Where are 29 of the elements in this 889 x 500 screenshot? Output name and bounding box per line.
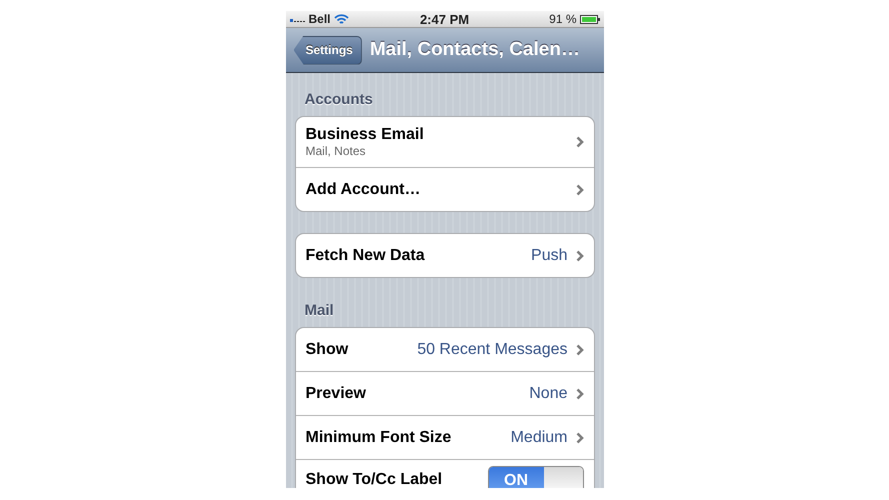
row-label: Business Email [306, 126, 425, 144]
row-label: Show To/Cc Label [306, 471, 444, 488]
row-value: Push [531, 246, 568, 264]
chevron-icon [576, 184, 584, 196]
row-label: Fetch New Data [306, 246, 426, 264]
row-value: None [529, 384, 568, 402]
row-label: Show [306, 340, 350, 358]
row-label: Minimum Font Size [306, 428, 452, 446]
row-label: Add Account… [306, 180, 422, 198]
section-header: Mail [304, 302, 335, 321]
wifi-icon [334, 14, 349, 24]
toggle-switch[interactable]: ON [488, 466, 584, 488]
carrier-name: Bell [308, 12, 331, 26]
chevron-icon [576, 344, 584, 356]
row-value: Medium [510, 428, 568, 446]
chevron-icon [576, 388, 584, 400]
signal-icon [290, 16, 306, 22]
row-label: Preview [306, 384, 367, 402]
clock-time: 2:47 PM [420, 12, 470, 26]
chevron-icon [576, 136, 584, 148]
back-button[interactable]: Settings [294, 36, 362, 64]
page-title: Mail, Contacts, Calen… [370, 39, 580, 61]
battery-icon [580, 14, 600, 24]
battery-percentage: 91 % [549, 12, 577, 26]
row-subtitle: Mail, Notes [306, 144, 367, 158]
row-value: 50 Recent Messages [417, 340, 568, 358]
chevron-icon [576, 432, 584, 444]
section-header: Accounts [304, 91, 374, 110]
chevron-icon [576, 250, 584, 262]
